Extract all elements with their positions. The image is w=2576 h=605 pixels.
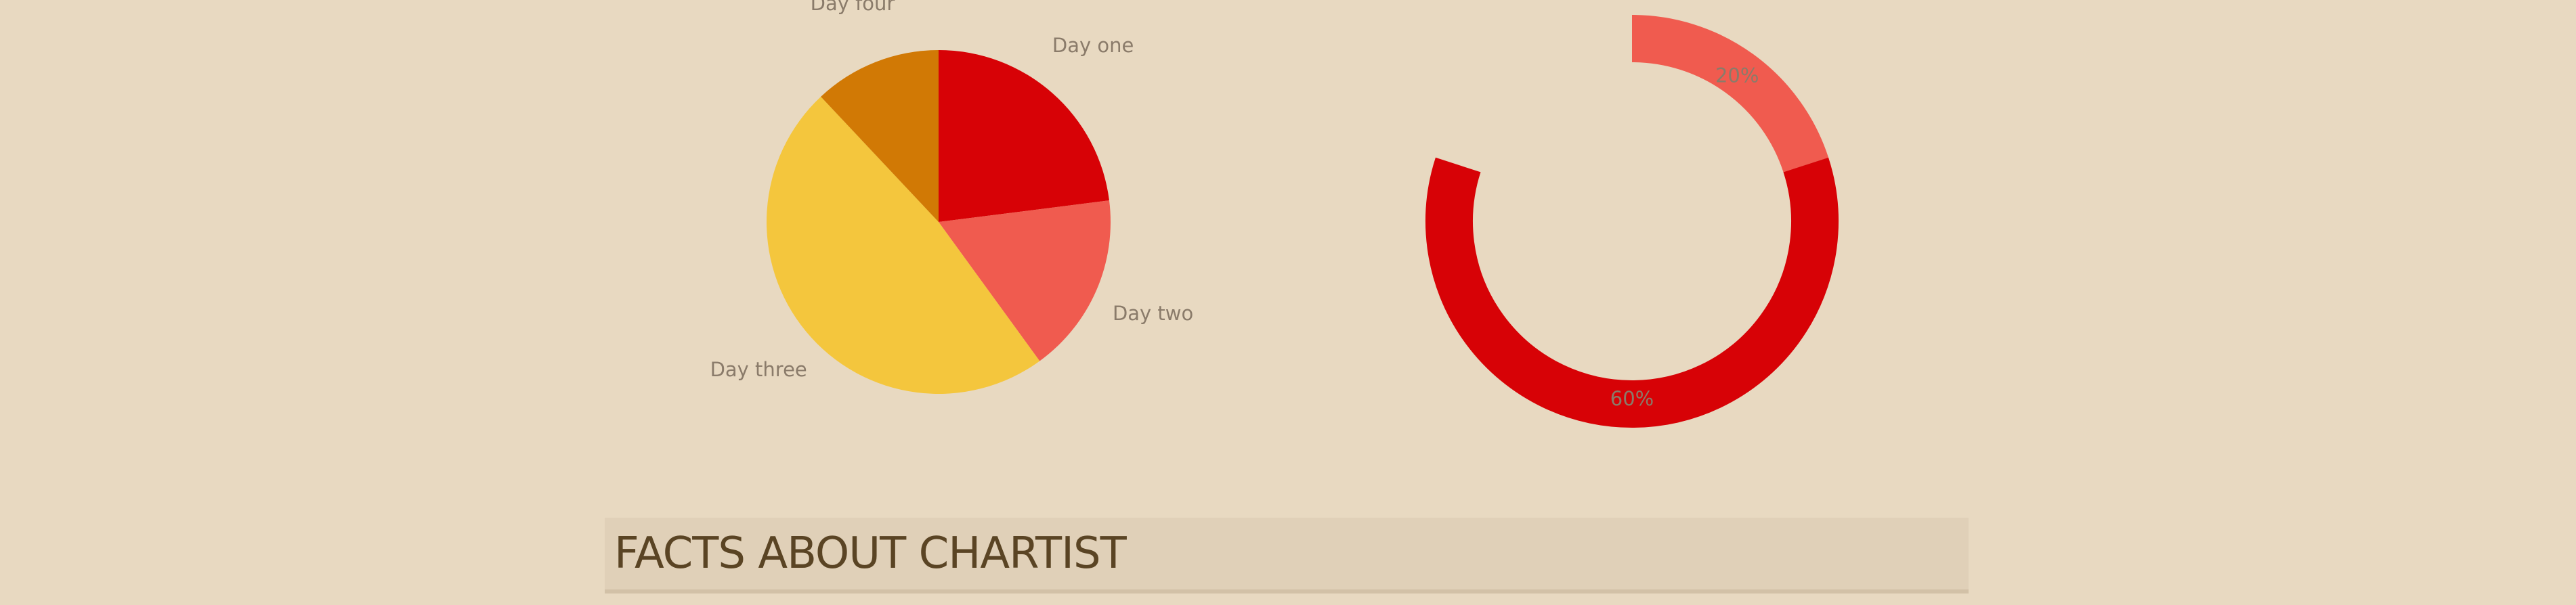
donut-label-2: 60% [1610,387,1654,410]
banner-title: FACTS ABOUT CHARTIST [614,529,1127,579]
pie-label-day-one: Day one [1052,34,1134,57]
donut-chart: 20% 60% [1425,15,1839,428]
donut-segment-1 [1631,15,1829,173]
pie-chart: Day one Day two Day three Day four [710,0,1193,395]
facts-banner: FACTS ABOUT CHARTIST [605,518,1969,589]
pie-label-day-three: Day three [710,358,807,381]
pie-label-day-two: Day two [1113,302,1193,325]
donut-segment-2 [1425,157,1839,428]
pie-label-day-four: Day four [811,0,895,15]
donut-label-1: 20% [1715,64,1759,87]
page: Day one Day two Day three Day four 20% 60% F… [0,0,2576,605]
pie-slice-day-one [939,50,1109,222]
charts-canvas: Day one Day two Day three Day four 20% 60% [710,0,1839,428]
